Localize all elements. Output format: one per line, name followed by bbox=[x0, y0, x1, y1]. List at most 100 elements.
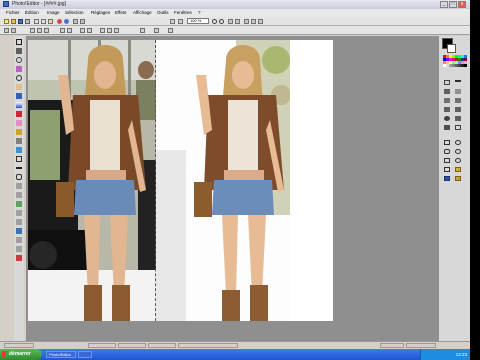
option-icon-9[interactable] bbox=[107, 27, 112, 33]
menu-outils[interactable]: Outils bbox=[157, 10, 169, 15]
option-icon-3[interactable] bbox=[44, 27, 49, 33]
menu-fenetres[interactable]: Fenêtres bbox=[174, 10, 192, 15]
minimize-button[interactable]: _ bbox=[440, 1, 448, 8]
highlight-shape-icon[interactable] bbox=[455, 167, 461, 172]
rotate-left-icon[interactable] bbox=[244, 18, 249, 24]
line-shape-icon[interactable] bbox=[444, 167, 450, 172]
redo-icon[interactable] bbox=[64, 18, 69, 24]
task-photo-editor[interactable]: Photo!Editor bbox=[46, 351, 76, 358]
cut-icon[interactable] bbox=[34, 18, 39, 24]
paint-bucket-icon[interactable] bbox=[16, 93, 22, 99]
task-other[interactable] bbox=[78, 351, 92, 358]
circle-shape-icon[interactable] bbox=[455, 149, 461, 154]
zoom-in-icon[interactable] bbox=[212, 18, 217, 24]
blur-icon[interactable] bbox=[455, 107, 461, 112]
option-icon-7[interactable] bbox=[87, 27, 92, 33]
dodge-icon[interactable] bbox=[444, 116, 450, 121]
color-palette[interactable] bbox=[443, 55, 467, 68]
menu-fichier[interactable]: Fichier bbox=[6, 10, 20, 15]
copy-icon[interactable] bbox=[41, 18, 46, 24]
option-icon-2[interactable] bbox=[37, 27, 42, 33]
move-icon[interactable] bbox=[16, 48, 22, 54]
save-icon[interactable] bbox=[18, 18, 23, 24]
burn-icon[interactable] bbox=[455, 116, 461, 121]
menu-reglages[interactable]: Réglages bbox=[91, 10, 110, 15]
option-icon-13[interactable] bbox=[168, 27, 173, 33]
menu-selection[interactable]: Sélection bbox=[65, 10, 84, 15]
option-icon-12[interactable] bbox=[154, 27, 159, 33]
new-file-icon[interactable] bbox=[4, 18, 9, 24]
option-icon-10[interactable] bbox=[114, 27, 119, 33]
rect-shape-icon[interactable] bbox=[444, 140, 450, 145]
zoom-field[interactable]: 100 % bbox=[187, 18, 209, 24]
crop-icon[interactable] bbox=[73, 18, 78, 24]
layer-icon[interactable] bbox=[444, 176, 450, 181]
tool-icon-25[interactable] bbox=[16, 255, 22, 261]
history-icon[interactable] bbox=[455, 176, 461, 181]
fill-icon[interactable] bbox=[455, 89, 461, 94]
smudge-icon[interactable] bbox=[444, 107, 450, 112]
sponge-icon[interactable] bbox=[455, 125, 461, 130]
option-icon-6[interactable] bbox=[80, 27, 85, 33]
menu-edition[interactable]: Édition bbox=[25, 10, 39, 15]
recolor-icon[interactable] bbox=[16, 147, 22, 153]
tool-preset-icon[interactable] bbox=[4, 27, 9, 33]
magic-wand-icon[interactable] bbox=[16, 66, 22, 72]
tool-icon-23[interactable] bbox=[16, 237, 22, 243]
grid-icon[interactable] bbox=[228, 18, 233, 24]
zoom-out-icon[interactable] bbox=[219, 18, 224, 24]
title-bar[interactable]: Photo!Editor - [####.jpg] _ □ x bbox=[0, 0, 470, 9]
menu-effets[interactable]: Effets bbox=[115, 10, 126, 15]
flip-icon[interactable] bbox=[258, 18, 263, 24]
text-icon[interactable] bbox=[16, 156, 22, 162]
clone-stamp-icon[interactable] bbox=[16, 138, 22, 144]
menu-help[interactable]: ? bbox=[198, 10, 201, 15]
tool-icon-24[interactable] bbox=[16, 246, 22, 252]
tool-icon-19[interactable] bbox=[16, 201, 22, 207]
pan-icon[interactable] bbox=[16, 84, 22, 90]
brush-icon[interactable] bbox=[16, 111, 22, 117]
open-folder-icon[interactable] bbox=[11, 18, 16, 24]
resize-icon[interactable] bbox=[80, 18, 85, 24]
lasso-icon[interactable] bbox=[16, 57, 22, 63]
tool-icon-22[interactable] bbox=[16, 228, 22, 234]
tool-icon-18[interactable] bbox=[16, 192, 22, 198]
option-icon-1[interactable] bbox=[30, 27, 35, 33]
pencil-icon[interactable] bbox=[16, 129, 22, 135]
eraser-icon[interactable] bbox=[444, 89, 450, 94]
menu-affichage[interactable]: Affichage bbox=[133, 10, 152, 15]
option-icon-5[interactable] bbox=[67, 27, 72, 33]
sharpen-icon[interactable] bbox=[444, 125, 450, 130]
pencil-icon[interactable] bbox=[455, 80, 461, 82]
fit-window-icon[interactable] bbox=[170, 18, 175, 24]
zoom-icon[interactable] bbox=[16, 75, 22, 81]
tool-icon-20[interactable] bbox=[16, 210, 22, 216]
rectangle-select-icon[interactable] bbox=[16, 39, 22, 45]
shapes-icon[interactable] bbox=[16, 174, 22, 180]
undo-icon[interactable] bbox=[57, 18, 62, 24]
curve-icon[interactable] bbox=[455, 158, 461, 163]
ellipse-shape-icon[interactable] bbox=[455, 140, 461, 145]
eraser-icon[interactable] bbox=[16, 120, 22, 126]
brush-icon[interactable] bbox=[444, 80, 450, 85]
start-button[interactable]: démarrer bbox=[0, 349, 42, 360]
secondary-color-swatch[interactable] bbox=[447, 44, 456, 53]
close-button[interactable]: x bbox=[458, 1, 466, 8]
image-canvas[interactable] bbox=[28, 40, 333, 321]
gradient-icon[interactable] bbox=[16, 102, 22, 108]
ruler-icon[interactable] bbox=[235, 18, 240, 24]
maximize-button[interactable]: □ bbox=[449, 1, 457, 8]
stamp-icon[interactable] bbox=[455, 98, 461, 103]
option-icon-8[interactable] bbox=[100, 27, 105, 33]
paste-icon[interactable] bbox=[48, 18, 53, 24]
tool-icon-21[interactable] bbox=[16, 219, 22, 225]
freeform-icon[interactable] bbox=[444, 158, 450, 163]
spray-icon[interactable] bbox=[444, 98, 450, 103]
option-icon-11[interactable] bbox=[140, 27, 145, 33]
actual-size-icon[interactable] bbox=[178, 18, 183, 24]
selection-mode-icon[interactable] bbox=[11, 27, 16, 33]
tool-icon-17[interactable] bbox=[16, 183, 22, 189]
print-icon[interactable] bbox=[25, 18, 30, 24]
option-icon-4[interactable] bbox=[60, 27, 65, 33]
menu-image[interactable]: Image bbox=[47, 10, 60, 15]
